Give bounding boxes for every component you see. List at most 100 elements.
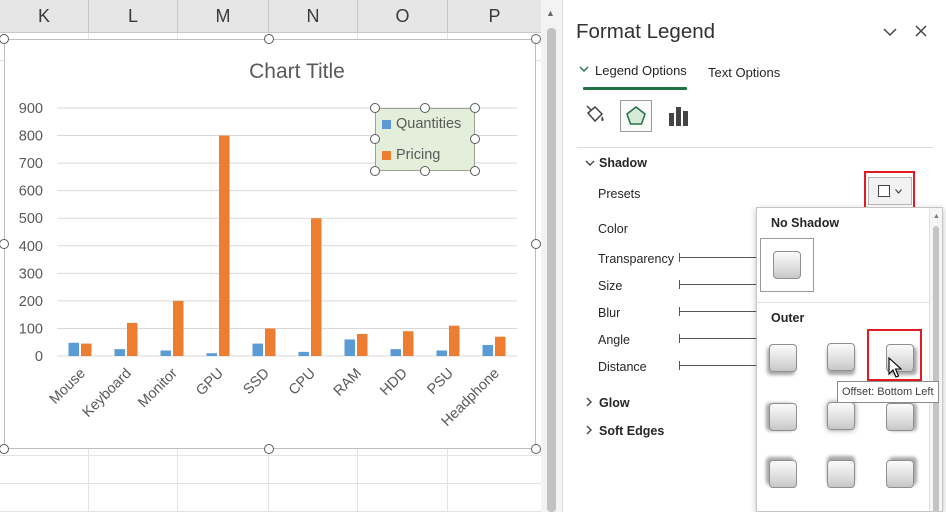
- shadow-offset-top-right[interactable]: [769, 460, 797, 488]
- bar-pricing: [311, 218, 322, 356]
- legend-entry-pricing[interactable]: Pricing: [382, 146, 440, 164]
- fill-bucket-icon[interactable]: [579, 100, 611, 132]
- no-shadow-option[interactable]: [760, 238, 814, 292]
- shadow-offset-bottom[interactable]: [827, 343, 855, 371]
- column-header-p[interactable]: P: [448, 0, 541, 33]
- outer-heading: Outer: [771, 311, 805, 325]
- divider: [757, 302, 931, 303]
- bar-quantities: [390, 349, 401, 356]
- x-tick-label: Keyboard: [80, 366, 135, 421]
- legend-resize-handle[interactable]: [370, 166, 380, 176]
- slider-track[interactable]: [679, 338, 756, 339]
- column-header-m[interactable]: M: [178, 0, 269, 33]
- y-tick-label: 300: [19, 266, 43, 282]
- x-tick-label: Monitor: [135, 365, 181, 411]
- y-tick-label: 500: [19, 211, 43, 227]
- chart-legend[interactable]: Quantities Pricing: [375, 108, 475, 171]
- slider-track[interactable]: [679, 284, 756, 285]
- chart-area[interactable]: Chart Title 0 100 200 300 400 500 600 700 800 900 M…: [4, 39, 536, 449]
- grid-line: [0, 483, 541, 484]
- divider: [577, 147, 933, 148]
- shadow-offset-right[interactable]: [769, 403, 797, 431]
- legend-resize-handle[interactable]: [470, 134, 480, 144]
- pane-title: Format Legend: [576, 20, 716, 43]
- scroll-up-arrow-icon[interactable]: ▲: [933, 213, 940, 220]
- shadow-offset-bottom-right[interactable]: [769, 344, 797, 372]
- section-glow[interactable]: Glow: [585, 396, 630, 410]
- legend-resize-handle[interactable]: [470, 103, 480, 113]
- scrollbar-thumb[interactable]: [547, 28, 556, 512]
- tab-text-options[interactable]: Text Options: [708, 65, 780, 80]
- no-shadow-preset: [773, 251, 801, 279]
- x-tick-label: RAM: [331, 366, 365, 400]
- scroll-up-arrow-icon[interactable]: ▲: [546, 8, 555, 18]
- chevron-right-icon: [585, 424, 599, 438]
- bar-chart-icon[interactable]: [662, 100, 694, 132]
- legend-resize-handle[interactable]: [470, 166, 480, 176]
- legend-resize-handle[interactable]: [370, 134, 380, 144]
- bar-quantities: [160, 350, 171, 356]
- legend-entry-quantities[interactable]: Quantities: [382, 115, 461, 133]
- bar-pricing: [403, 331, 414, 356]
- sheet-vertical-scrollbar[interactable]: ▲: [541, 0, 563, 512]
- presets-label: Presets: [598, 187, 641, 201]
- tab-legend-options[interactable]: Legend Options: [579, 63, 687, 89]
- chart-resize-handle[interactable]: [531, 444, 541, 454]
- bar-pricing: [357, 333, 368, 356]
- size-label: Size: [598, 279, 623, 293]
- legend-swatch: [382, 150, 391, 160]
- y-tick-label: 200: [19, 294, 43, 310]
- shadow-offset-top-left[interactable]: [886, 460, 914, 488]
- chevron-down-icon: [585, 156, 599, 170]
- chart-plot: Chart Title 0 100 200 300 400 500 600 700 800 900 M…: [19, 60, 517, 430]
- section-label: Soft Edges: [599, 424, 665, 438]
- chevron-down-icon[interactable]: [883, 24, 897, 40]
- effects-pentagon-icon[interactable]: [620, 100, 652, 132]
- gallery-scrollbar[interactable]: ▲: [929, 208, 942, 511]
- column-header-k[interactable]: K: [0, 0, 89, 33]
- mouse-cursor-icon: [888, 356, 903, 384]
- x-tick-label: SSD: [240, 366, 272, 398]
- close-icon[interactable]: [915, 22, 927, 42]
- bar-quantities: [252, 343, 263, 356]
- bar-pricing: [173, 300, 184, 356]
- shadow-offset-left[interactable]: [886, 403, 914, 431]
- x-tick-label: GPU: [193, 366, 227, 400]
- x-tick-label: PSU: [424, 366, 456, 398]
- x-tick-label: Mouse: [47, 366, 89, 408]
- bar-quantities: [344, 339, 355, 356]
- chart-resize-handle[interactable]: [531, 34, 541, 44]
- shadow-offset-center[interactable]: [827, 402, 855, 430]
- chart-resize-handle[interactable]: [264, 444, 274, 454]
- chart-resize-handle[interactable]: [264, 34, 274, 44]
- section-soft-edges[interactable]: Soft Edges: [585, 424, 664, 438]
- legend-resize-handle[interactable]: [370, 103, 380, 113]
- slider-track[interactable]: [679, 365, 756, 366]
- bar-pricing: [219, 135, 230, 356]
- bar-quantities: [206, 353, 217, 356]
- column-header-l[interactable]: L: [89, 0, 178, 33]
- column-header-o[interactable]: O: [358, 0, 448, 33]
- color-label: Color: [598, 222, 628, 236]
- legend-resize-handle[interactable]: [420, 166, 430, 176]
- y-tick-label: 800: [19, 129, 43, 145]
- grid-line: [0, 455, 541, 456]
- slider-track[interactable]: [679, 257, 756, 258]
- chart-resize-handle[interactable]: [531, 239, 541, 249]
- bar-pricing: [495, 336, 506, 356]
- column-header-n[interactable]: N: [269, 0, 358, 33]
- chevron-down-icon: [579, 65, 589, 76]
- angle-label: Angle: [598, 333, 630, 347]
- bar-quantities: [68, 342, 79, 356]
- shadow-offset-top[interactable]: [827, 460, 855, 488]
- transparency-label: Transparency: [598, 252, 674, 266]
- chart-resize-handle[interactable]: [0, 444, 9, 454]
- legend-label: Pricing: [396, 147, 441, 163]
- y-tick-label: 900: [19, 101, 43, 117]
- slider-track[interactable]: [679, 311, 756, 312]
- worksheet[interactable]: K L M N O P Chart Title 0 100 200 300 400 500 6…: [0, 0, 541, 512]
- legend-swatch: [382, 119, 391, 129]
- legend-resize-handle[interactable]: [420, 103, 430, 113]
- section-shadow[interactable]: Shadow: [585, 156, 647, 170]
- scrollbar-thumb[interactable]: [933, 226, 939, 511]
